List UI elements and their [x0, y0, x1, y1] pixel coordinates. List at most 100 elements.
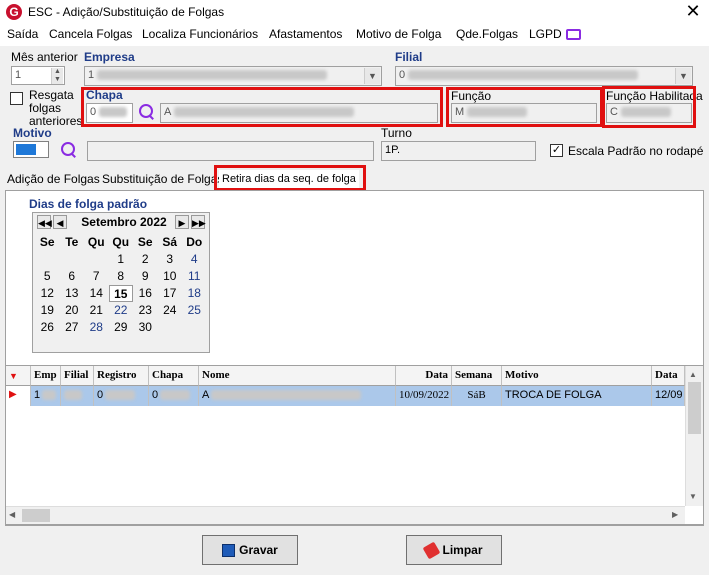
calendar-day[interactable]: 6: [60, 268, 85, 285]
calendar-day[interactable]: 17: [158, 285, 183, 302]
next-month-icon[interactable]: ▶: [175, 215, 189, 229]
weekday-header: Te: [65, 235, 79, 249]
prev-year-icon[interactable]: ◀◀: [37, 215, 52, 229]
col-semana[interactable]: Semana: [452, 366, 502, 386]
calendar-day[interactable]: 22: [109, 302, 134, 319]
calendar-day[interactable]: 30: [133, 319, 158, 336]
calendar-day[interactable]: 3: [158, 251, 183, 268]
calendar-day[interactable]: 4: [182, 251, 207, 268]
tab-adicao-de-folgas[interactable]: Adição de Folgas: [4, 170, 103, 188]
calendar-day[interactable]: 5: [35, 268, 60, 285]
calendar-day[interactable]: 26: [35, 319, 60, 336]
menu-localiza-funcionarios[interactable]: Localiza Funcionários: [142, 27, 258, 41]
menu-afastamentos[interactable]: Afastamentos: [269, 27, 342, 41]
empresa-label: Empresa: [84, 50, 135, 64]
resgata-checkbox[interactable]: [10, 92, 23, 105]
search-motivo-icon[interactable]: [60, 141, 78, 159]
chevron-down-icon[interactable]: ▼: [364, 68, 380, 84]
prev-month-icon[interactable]: ◀: [53, 215, 67, 229]
mes-anterior-input[interactable]: 1 ▲ ▼: [11, 66, 65, 85]
menu-qde-folgas[interactable]: Qde.Folgas: [456, 27, 518, 41]
calendar-day[interactable]: 9: [133, 268, 158, 285]
cell-nome[interactable]: A: [199, 386, 396, 406]
cell-data[interactable]: 10/09/2022: [396, 386, 452, 406]
calendar-day[interactable]: 20: [60, 302, 85, 319]
calendar-month: Setembro 2022: [81, 215, 167, 229]
filial-select[interactable]: 0 ▼: [395, 66, 693, 86]
limpar-label: Limpar: [442, 543, 483, 557]
monitor-icon[interactable]: [566, 29, 581, 40]
menu-saida[interactable]: Saída: [7, 27, 38, 41]
weekday-header: Qu: [87, 235, 105, 249]
scroll-left-icon[interactable]: ◀: [9, 510, 15, 519]
close-icon[interactable]: ✕: [682, 1, 704, 23]
scroll-right-icon[interactable]: ▶: [672, 510, 678, 519]
gravar-button[interactable]: Gravar: [202, 535, 298, 565]
cell-motivo[interactable]: TROCA DE FOLGA: [502, 386, 652, 406]
hscroll-thumb[interactable]: [22, 509, 50, 522]
col-filial[interactable]: Filial: [61, 366, 94, 386]
calendar: ◀◀ ◀ Setembro 2022 ▶ ▶▶ Se Te Qu Qu Se Sá Do 1 2…: [32, 212, 210, 353]
calendar-day[interactable]: 12: [35, 285, 60, 302]
empresa-select[interactable]: 1 ▼: [84, 66, 382, 86]
col-data-2[interactable]: Data: [652, 366, 685, 386]
col-chapa[interactable]: Chapa: [149, 366, 199, 386]
sort-arrow-icon[interactable]: ▼: [6, 366, 31, 386]
cell-registro-redacted: [105, 390, 136, 401]
calendar-day[interactable]: 15: [108, 285, 133, 302]
spin-up-icon[interactable]: ▲: [51, 68, 63, 76]
calendar-day[interactable]: 23: [133, 302, 158, 319]
vertical-scrollbar[interactable]: ▲ ▼: [685, 366, 703, 506]
limpar-button[interactable]: Limpar: [406, 535, 502, 565]
cell-semana[interactable]: SáB: [452, 386, 502, 406]
app-icon: G: [6, 4, 22, 20]
scroll-up-icon[interactable]: ▲: [689, 370, 697, 379]
col-motivo[interactable]: Motivo: [502, 366, 652, 386]
calendar-day[interactable]: 29: [109, 319, 134, 336]
calendar-day[interactable]: 24: [158, 302, 183, 319]
scroll-thumb[interactable]: [688, 382, 701, 434]
cell-data-2[interactable]: 12/09: [652, 386, 685, 406]
col-data[interactable]: Data: [396, 366, 452, 386]
calendar-day[interactable]: 21: [84, 302, 109, 319]
spin-down-icon[interactable]: ▼: [51, 76, 63, 84]
menu-lgpd[interactable]: LGPD: [529, 27, 562, 41]
chevron-down-icon[interactable]: ▼: [675, 68, 691, 84]
escala-padrao-checkbox[interactable]: ✓: [550, 144, 563, 157]
col-nome[interactable]: Nome: [199, 366, 396, 386]
col-registro[interactable]: Registro: [94, 366, 149, 386]
cell-chapa-value: 0: [152, 389, 159, 401]
tab-substituicao-de-folgas[interactable]: Substituição de Folgas: [99, 170, 226, 188]
menu-cancela-folgas[interactable]: Cancela Folgas: [49, 27, 132, 41]
calendar-day[interactable]: 18: [182, 285, 207, 302]
window-title: ESC - Adição/Substituição de Folgas: [28, 5, 225, 19]
calendar-day[interactable]: 13: [60, 285, 85, 302]
next-year-icon[interactable]: ▶▶: [191, 215, 206, 229]
calendar-day[interactable]: 7: [84, 268, 109, 285]
calendar-day[interactable]: 2: [133, 251, 158, 268]
calendar-day[interactable]: 28: [84, 319, 109, 336]
horizontal-scrollbar[interactable]: ◀ ▶: [6, 506, 685, 524]
calendar-day[interactable]: 25: [182, 302, 207, 319]
calendar-day: [60, 251, 85, 268]
scroll-down-icon[interactable]: ▼: [689, 492, 697, 501]
calendar-day[interactable]: 10: [158, 268, 183, 285]
motivo-color-swatch[interactable]: [13, 141, 49, 158]
calendar-day[interactable]: 14: [84, 285, 109, 302]
cell-emp[interactable]: 1: [31, 386, 61, 406]
calendar-grid: Se Te Qu Qu Se Sá Do 1 2 3 4 5 6 7 8 9 10 11 12 13 14 15 16 17 1…: [35, 234, 207, 336]
cell-registro[interactable]: 0: [94, 386, 149, 406]
col-emp[interactable]: Emp: [31, 366, 61, 386]
cell-filial[interactable]: [61, 386, 94, 406]
calendar-day[interactable]: 8: [109, 268, 134, 285]
menu-motivo-de-folga[interactable]: Motivo de Folga: [356, 27, 441, 41]
empresa-value: 1: [88, 69, 95, 81]
calendar-day[interactable]: 27: [60, 319, 85, 336]
cell-filial-redacted: [64, 390, 82, 401]
calendar-day[interactable]: 19: [35, 302, 60, 319]
cell-chapa[interactable]: 0: [149, 386, 199, 406]
cell-emp-redacted: [42, 390, 57, 401]
calendar-day[interactable]: 16: [133, 285, 158, 302]
calendar-day[interactable]: 11: [182, 268, 207, 285]
calendar-day[interactable]: 1: [109, 251, 134, 268]
